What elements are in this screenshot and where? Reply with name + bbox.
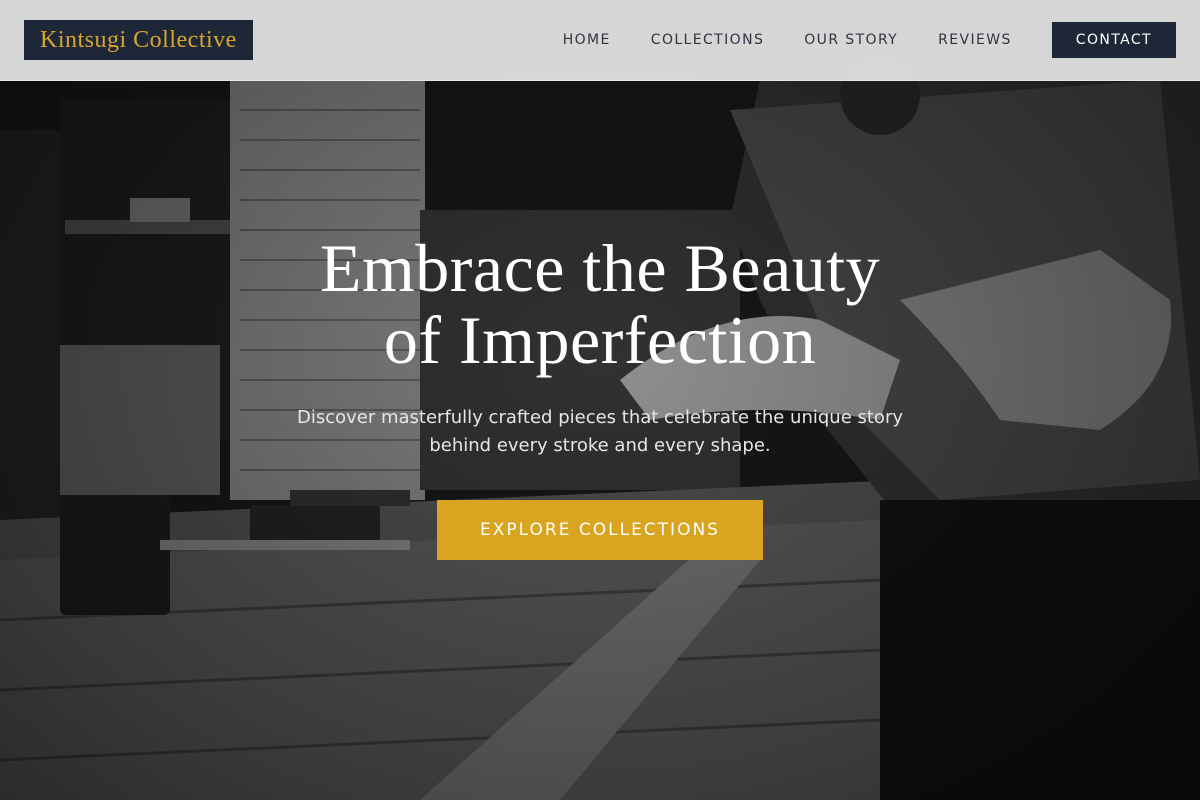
hero-headline-line-1: Embrace the Beauty bbox=[319, 230, 881, 306]
main-nav: HOME COLLECTIONS OUR STORY REVIEWS CONTA… bbox=[563, 22, 1176, 58]
hero-content: Embrace the Beauty of Imperfection Disco… bbox=[0, 232, 1200, 560]
site-header: Kintsugi Collective HOME COLLECTIONS OUR… bbox=[0, 0, 1200, 81]
explore-collections-button[interactable]: EXPLORE COLLECTIONS bbox=[437, 500, 763, 560]
hero-headline: Embrace the Beauty of Imperfection bbox=[0, 232, 1200, 376]
brand-logo[interactable]: Kintsugi Collective bbox=[24, 20, 253, 60]
contact-button[interactable]: CONTACT bbox=[1051, 22, 1176, 58]
nav-link-reviews[interactable]: REVIEWS bbox=[938, 32, 1012, 48]
nav-link-home[interactable]: HOME bbox=[563, 32, 611, 48]
hero-subtext: Discover masterfully crafted pieces that… bbox=[296, 407, 904, 456]
nav-link-collections[interactable]: COLLECTIONS bbox=[651, 32, 764, 48]
hero-headline-line-2: of Imperfection bbox=[383, 302, 817, 378]
nav-link-our-story[interactable]: OUR STORY bbox=[804, 32, 898, 48]
